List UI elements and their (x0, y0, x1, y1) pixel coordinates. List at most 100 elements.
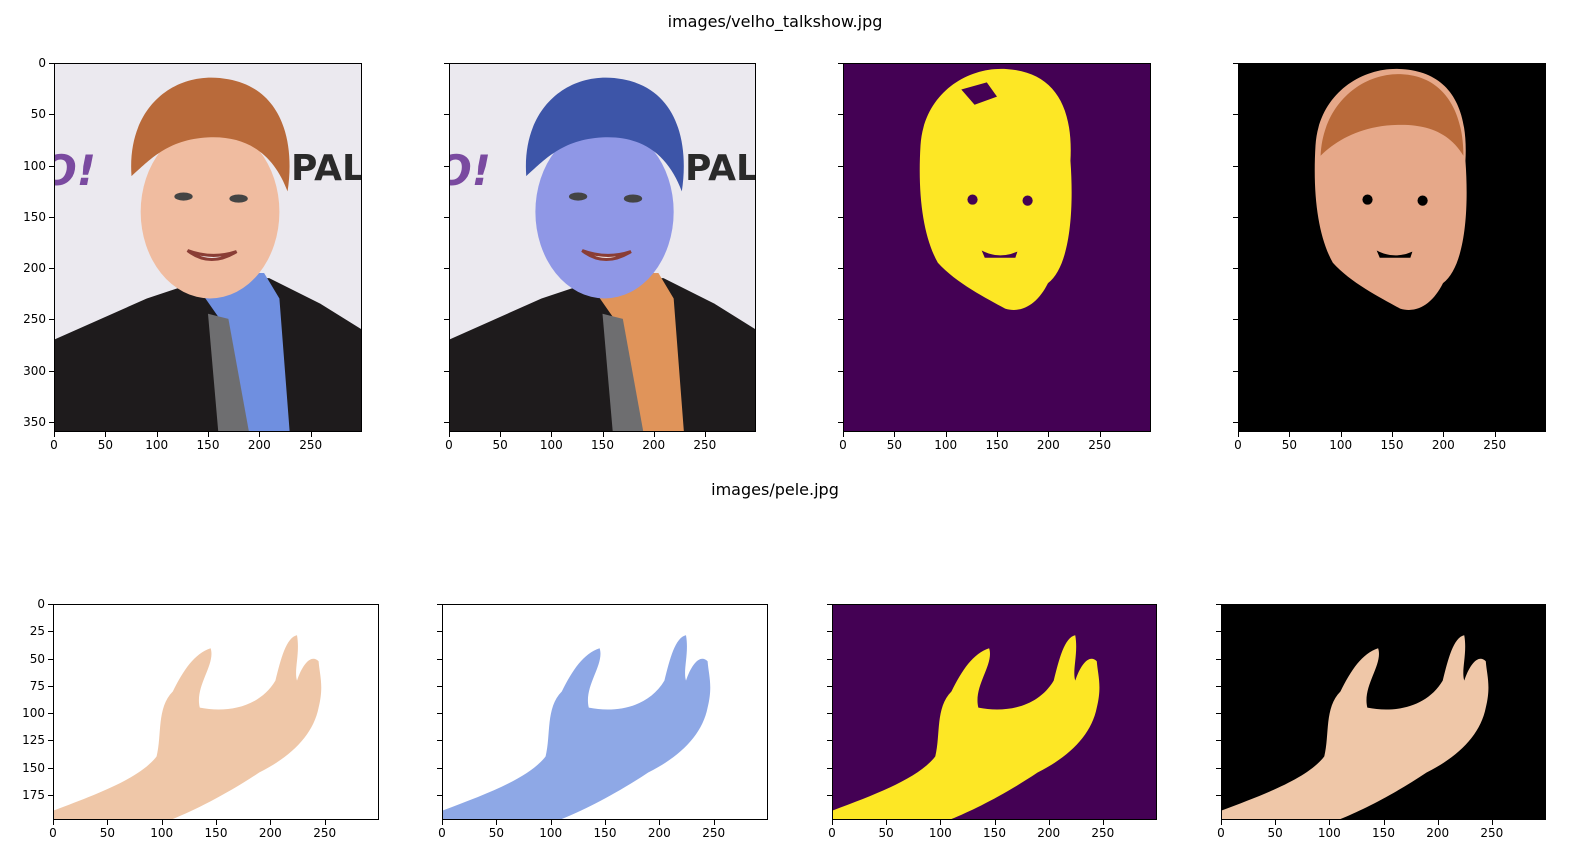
x-tick-label: 150 (593, 826, 617, 840)
image-display (1238, 63, 1546, 432)
y-tick (827, 740, 832, 742)
y-tick (1233, 114, 1238, 116)
image-display: O! PAL (449, 63, 756, 432)
x-tick (602, 432, 604, 437)
x-tick (1289, 432, 1291, 437)
subplot-r2-c3: 0 50 100 150 200 250 (827, 604, 1157, 840)
x-tick (1494, 432, 1496, 437)
x-tick-label: 250 (702, 826, 726, 840)
y-tick (48, 685, 53, 687)
x-tick-label: 50 (886, 438, 902, 452)
x-tick (1383, 820, 1385, 825)
subplot-r2-c4: 0 50 100 150 200 250 (1216, 604, 1546, 840)
x-tick-label: 150 (204, 826, 228, 840)
x-tick-label: 250 (1088, 438, 1112, 452)
x-tick-label: 100 (150, 826, 174, 840)
y-tick-label: 200 (23, 261, 46, 275)
x-tick-label: 150 (985, 438, 1009, 452)
y-tick (838, 268, 843, 269)
y-tick (444, 165, 449, 167)
y-tick-label: 0 (38, 56, 46, 70)
x-tick (324, 820, 326, 825)
x-tick (704, 432, 706, 437)
y-tick (838, 319, 843, 321)
y-tick (838, 370, 843, 372)
x-tick (1238, 432, 1239, 437)
x-tick (1048, 432, 1050, 437)
x-tick-label: 200 (647, 826, 671, 840)
y-tick-label: 50 (29, 651, 45, 666)
y-tick-label: 100 (22, 706, 45, 721)
y-tick-label: 300 (23, 363, 46, 378)
x-tick-label: 100 (539, 438, 563, 452)
x-tick-label: 50 (878, 826, 894, 840)
y-tick (49, 114, 54, 116)
x-tick (107, 820, 109, 825)
x-tick-label: 150 (1372, 826, 1395, 840)
x-tick-label: 50 (97, 438, 113, 452)
x-tick (605, 820, 606, 825)
x-tick-label: 0 (828, 826, 836, 840)
y-tick (1233, 216, 1238, 218)
x-tick-label: 200 (1426, 826, 1450, 840)
x-tick (1221, 820, 1222, 825)
y-tick-label: 0 (37, 597, 45, 611)
y-tick (48, 740, 53, 742)
mask-heatmap (843, 63, 1151, 432)
mask-heatmap (832, 604, 1157, 820)
y-tick (1216, 685, 1221, 687)
y-tick (1216, 767, 1221, 769)
subplot-r1-c1: O! PAL 0 50 100 150 200 250 300 350 0 50 100 150 200 25… (23, 56, 362, 452)
x-tick (659, 820, 661, 825)
x-tick (310, 432, 312, 437)
x-tick (994, 820, 996, 825)
y-tick-label: 75 (29, 678, 45, 693)
y-tick-label: 125 (22, 733, 45, 748)
y-tick (48, 631, 53, 633)
y-tick (437, 631, 442, 633)
x-tick-label: 100 (934, 438, 958, 452)
x-tick-label: 100 (1329, 438, 1353, 452)
x-tick (1443, 432, 1445, 437)
image-content (55, 64, 361, 431)
x-tick (105, 432, 107, 437)
y-tick-label: 150 (22, 760, 45, 775)
x-tick (161, 820, 163, 825)
y-tick (838, 216, 843, 218)
y-tick (48, 767, 53, 769)
y-tick (1233, 63, 1238, 64)
y-tick (1233, 370, 1238, 372)
image-display: O! PAL (54, 63, 362, 432)
x-tick (270, 820, 272, 825)
x-tick (1340, 432, 1342, 437)
y-tick (49, 165, 54, 167)
x-tick-label: 50 (492, 438, 508, 452)
y-tick (838, 63, 843, 64)
logo-text-left: O! (450, 146, 491, 195)
x-tick (208, 432, 209, 437)
image-display (442, 604, 768, 820)
y-tick (1216, 631, 1221, 633)
x-tick-label: 150 (196, 438, 220, 452)
x-tick-label: 50 (1281, 438, 1297, 452)
x-tick (496, 820, 498, 825)
x-tick-label: 0 (49, 826, 57, 840)
y-tick (49, 268, 54, 269)
y-tick (827, 631, 832, 633)
x-tick (997, 432, 998, 437)
y-tick (1233, 421, 1238, 423)
y-tick (49, 216, 54, 218)
image-content (844, 64, 1150, 431)
y-tick-label: 25 (29, 624, 45, 639)
x-tick-label: 0 (1234, 438, 1242, 452)
y-tick (48, 604, 53, 605)
x-tick (1392, 432, 1393, 437)
y-tick (437, 740, 442, 742)
image-content (833, 605, 1156, 819)
y-tick-label: 150 (23, 209, 46, 224)
y-tick (48, 658, 53, 660)
x-tick (1099, 432, 1101, 437)
y-tick (827, 658, 832, 660)
y-tick (1216, 604, 1221, 605)
image-content (443, 605, 767, 819)
